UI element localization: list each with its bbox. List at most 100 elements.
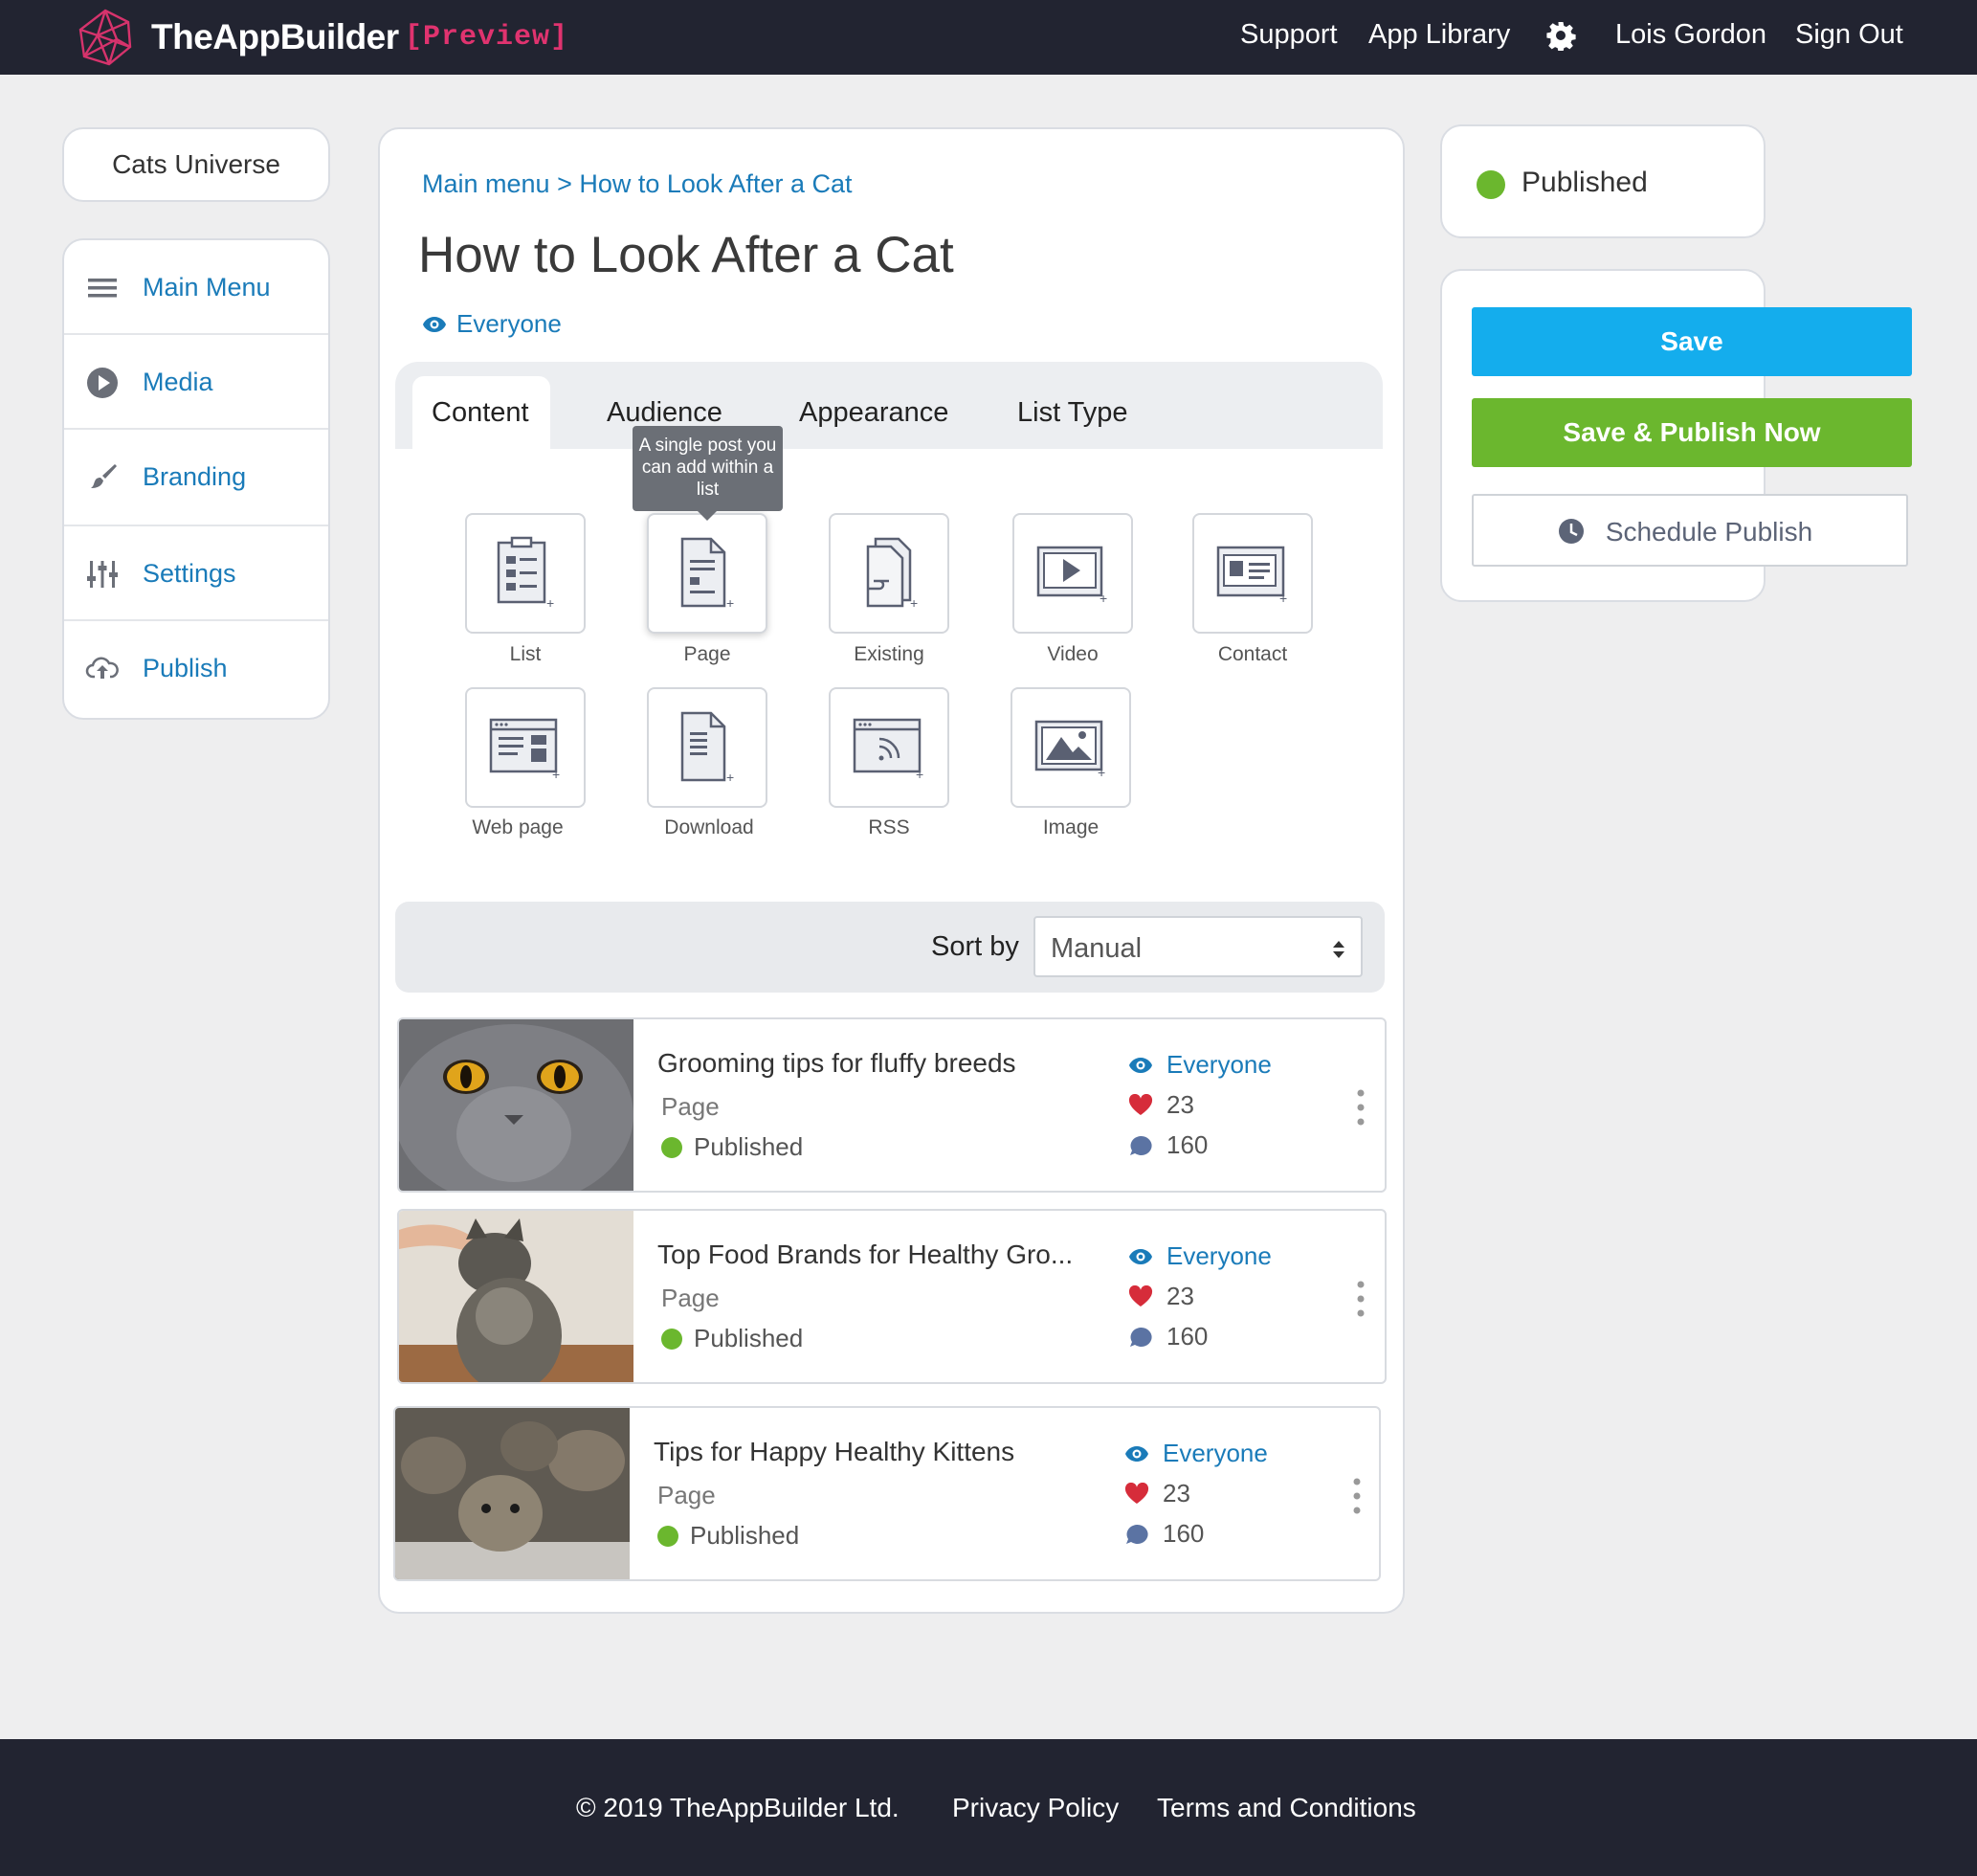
list-item[interactable]: Tips for Happy Healthy Kittens Page Publ… [393, 1406, 1381, 1581]
sidebar-item-label: Publish [143, 654, 228, 682]
item-type: Page [657, 1481, 716, 1509]
page-title: How to Look After a Cat [418, 227, 954, 283]
user-menu[interactable]: Lois Gordon [1615, 19, 1766, 51]
list-type-icon: + [497, 536, 554, 611]
item-type: Page [661, 1284, 720, 1312]
gear-icon[interactable] [1545, 20, 1576, 51]
web-page-icon: + [489, 718, 560, 779]
schedule-label: Schedule Publish [1605, 517, 1813, 547]
item-status: Published [661, 1324, 803, 1353]
app-name-card[interactable]: Cats Universe [62, 127, 330, 202]
content-type-page[interactable]: + [647, 513, 767, 634]
main-panel: Main menu > How to Look After a Cat How … [378, 127, 1405, 1614]
more-options-icon[interactable] [1356, 1088, 1366, 1127]
eye-icon [1129, 1248, 1152, 1264]
item-audience: Everyone [1128, 1241, 1272, 1271]
play-icon [87, 368, 118, 398]
nav-support[interactable]: Support [1240, 19, 1338, 51]
select-arrows-icon [1333, 941, 1344, 958]
svg-text:+: + [1098, 765, 1105, 779]
download-file-icon: + [680, 711, 734, 785]
audience-label: Everyone [456, 309, 562, 338]
save-publish-button[interactable]: Save & Publish Now [1472, 398, 1912, 467]
item-comments: 160 [1124, 1519, 1204, 1549]
page-type-tooltip: A single post you can add within a list [633, 426, 783, 521]
sliders-icon [87, 561, 118, 588]
clock-icon [1559, 519, 1584, 544]
sort-label: Sort by [931, 931, 1019, 962]
comments-count: 160 [1166, 1130, 1209, 1159]
content-type-contact[interactable]: + [1192, 513, 1313, 634]
comment-icon [1130, 1135, 1152, 1155]
item-title: Top Food Brands for Healthy Gro... [657, 1240, 1074, 1269]
sidebar-item-publish[interactable]: Publish [64, 621, 328, 716]
sort-select[interactable]: Manual [1033, 916, 1363, 977]
content-type-label: Image [1042, 816, 1100, 838]
content-type-label: RSS [868, 816, 910, 838]
item-audience-label: Everyone [1166, 1241, 1272, 1270]
tab-list-type[interactable]: List Type [1017, 397, 1128, 429]
status-dot [1477, 170, 1505, 199]
sidebar-item-main-menu[interactable]: Main Menu [64, 240, 328, 335]
cloud-upload-icon [85, 657, 119, 679]
video-type-icon: + [1036, 546, 1107, 605]
publish-status: Published [1522, 167, 1648, 198]
eye-icon [423, 316, 446, 332]
breadcrumb[interactable]: Main menu > How to Look After a Cat [422, 169, 852, 199]
likes-count: 23 [1166, 1282, 1194, 1310]
hamburger-icon [88, 279, 117, 298]
content-type-label: Web page [472, 816, 564, 838]
audience-indicator[interactable]: Everyone [422, 309, 562, 339]
content-type-existing[interactable]: + [829, 513, 949, 634]
svg-text:+: + [546, 595, 554, 611]
terms-link[interactable]: Terms and Conditions [1157, 1793, 1416, 1823]
item-audience: Everyone [1128, 1050, 1272, 1080]
content-type-label: Video [1047, 643, 1099, 665]
schedule-publish-button[interactable]: Schedule Publish [1472, 494, 1908, 567]
status-dot [661, 1136, 682, 1158]
likes-count: 23 [1166, 1090, 1194, 1119]
heart-icon [1128, 1093, 1153, 1115]
sign-out-link[interactable]: Sign Out [1795, 19, 1903, 51]
item-comments: 160 [1128, 1130, 1208, 1160]
list-item[interactable]: Grooming tips for fluffy breeds Page Pub… [397, 1017, 1387, 1193]
comments-count: 160 [1166, 1322, 1209, 1351]
sidebar-item-settings[interactable]: Settings [64, 526, 328, 621]
item-thumbnail-grey-cat [399, 1019, 633, 1191]
item-title: Tips for Happy Healthy Kittens [654, 1437, 1015, 1466]
likes-count: 23 [1163, 1479, 1190, 1508]
save-button[interactable]: Save [1472, 307, 1912, 376]
sidebar-item-media[interactable]: Media [64, 335, 328, 430]
eye-icon [1125, 1445, 1148, 1462]
list-item[interactable]: Top Food Brands for Healthy Gro... Page … [397, 1209, 1387, 1384]
svg-text:+: + [726, 770, 734, 785]
content-type-image[interactable]: + [1011, 687, 1131, 808]
item-status-label: Published [694, 1132, 804, 1161]
tab-audience[interactable]: Audience [607, 397, 722, 429]
content-type-list[interactable]: + [465, 513, 586, 634]
logo-text[interactable]: TheAppBuilder [151, 17, 399, 57]
content-type-video[interactable]: + [1012, 513, 1133, 634]
comments-count: 160 [1163, 1519, 1205, 1548]
tab-appearance[interactable]: Appearance [799, 397, 948, 429]
rss-icon: + [853, 718, 923, 779]
privacy-link[interactable]: Privacy Policy [952, 1793, 1119, 1823]
logo-icon[interactable] [75, 7, 136, 68]
svg-text:+: + [1279, 591, 1287, 605]
more-options-icon[interactable] [1356, 1280, 1366, 1318]
comment-icon [1126, 1524, 1148, 1544]
item-comments: 160 [1128, 1322, 1208, 1351]
top-navbar: TheAppBuilder [Preview] Support App Libr… [0, 0, 1977, 75]
sidebar-nav: Main Menu Media Branding Settings Publis… [62, 238, 330, 720]
tab-content[interactable]: Content [412, 376, 550, 449]
content-type-rss[interactable]: + [829, 687, 949, 808]
more-options-icon[interactable] [1352, 1477, 1362, 1515]
sidebar-item-branding[interactable]: Branding [64, 430, 328, 526]
nav-app-library[interactable]: App Library [1368, 19, 1510, 51]
content-type-web-page[interactable]: + [465, 687, 586, 808]
page-type-icon: + [680, 537, 734, 611]
content-type-download[interactable]: + [647, 687, 767, 808]
sidebar-item-label: Main Menu [143, 273, 271, 302]
item-likes: 23 [1128, 1282, 1194, 1311]
svg-text:+: + [552, 767, 560, 779]
